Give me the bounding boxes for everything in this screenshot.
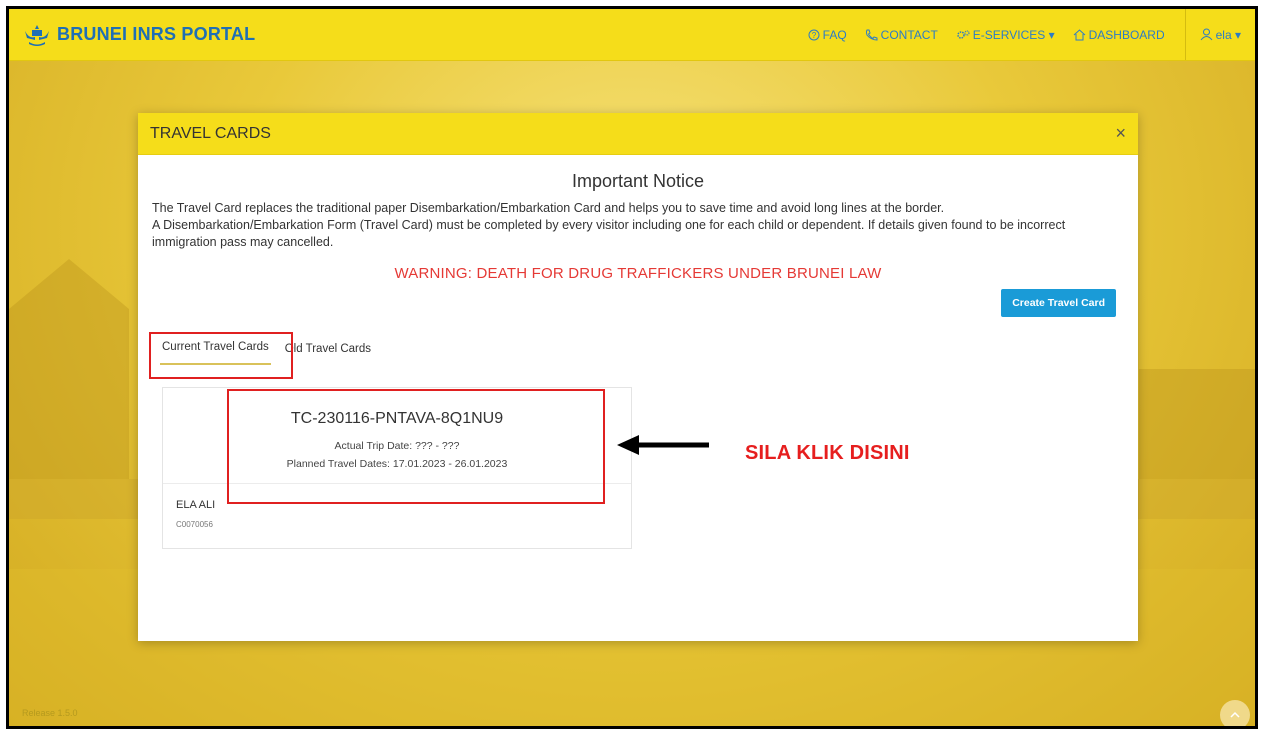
phone-icon [865, 29, 878, 41]
travel-cards-modal: TRAVEL CARDS × Important Notice The Trav… [138, 113, 1138, 641]
chevron-up-icon [1230, 711, 1240, 718]
close-icon[interactable]: × [1115, 123, 1126, 144]
scroll-to-top-button[interactable] [1220, 700, 1250, 726]
traveler-name: ELA ALI [176, 499, 216, 511]
modal-header: TRAVEL CARDS × [138, 113, 1138, 155]
nav-dashboard[interactable]: DASHBOARD [1073, 28, 1165, 42]
user-name: ela ▾ [1215, 27, 1241, 42]
modal-body: Important Notice The Travel Card replace… [138, 155, 1138, 294]
nav-faq[interactable]: ? FAQ [808, 28, 847, 42]
nav-divider [1184, 9, 1186, 60]
question-circle-icon: ? [808, 29, 820, 40]
drug-warning: WARNING: DEATH FOR DRUG TRAFFICKERS UNDE… [394, 265, 882, 282]
nav-eservices-label: E-SERVICES ▾ [972, 27, 1055, 42]
user-icon [1200, 28, 1213, 41]
screenshot-frame: BRUNEI INRS PORTAL ? FAQ CONTACT E-SERVI… [6, 6, 1258, 729]
planned-travel-dates: Planned Travel Dates: 17.01.2023 - 26.01… [286, 458, 508, 470]
create-travel-card-button[interactable]: Create Travel Card [1001, 289, 1116, 317]
click-here-annotation: SILA KLIK DISINI [745, 442, 910, 464]
notice-paragraph-2: A Disembarkation/Embarkation Form (Trave… [152, 218, 1066, 249]
nav-faq-label: FAQ [822, 27, 847, 42]
nav-contact[interactable]: CONTACT [865, 28, 938, 42]
notice-paragraph-1: The Travel Card replaces the traditional… [152, 201, 945, 215]
top-navbar: BRUNEI INRS PORTAL ? FAQ CONTACT E-SERVI… [9, 9, 1255, 61]
home-icon [1073, 28, 1085, 40]
modal-title: TRAVEL CARDS [150, 124, 271, 142]
travel-card-item[interactable]: TC-230116-PNTAVA-8Q1NU9 Actual Trip Date… [162, 387, 632, 549]
traveler-code: C0070056 [176, 520, 213, 529]
brand[interactable]: BRUNEI INRS PORTAL [23, 23, 255, 47]
user-menu[interactable]: ela ▾ [1200, 28, 1241, 42]
nav-dashboard-label: DASHBOARD [1088, 27, 1165, 42]
nav-contact-label: CONTACT [880, 27, 938, 42]
release-version: Release 1.5.0 [22, 708, 78, 718]
nav-menu: ? FAQ CONTACT E-SERVICES ▾ DASHBOARD ela… [808, 9, 1255, 60]
tab-old-travel-cards[interactable]: Old Travel Cards [283, 337, 373, 365]
tab-current-travel-cards[interactable]: Current Travel Cards [160, 335, 271, 365]
actual-trip-date: Actual Trip Date: ??? - ??? [334, 440, 460, 452]
travel-card-id: TC-230116-PNTAVA-8Q1NU9 [290, 410, 504, 427]
travel-card-tabs: Current Travel Cards Old Travel Cards [160, 335, 385, 365]
brunei-crest-icon [25, 24, 49, 46]
brand-title: BRUNEI INRS PORTAL [57, 24, 256, 44]
svg-text:?: ? [811, 31, 816, 40]
nav-eservices[interactable]: E-SERVICES ▾ [956, 28, 1055, 42]
card-divider [163, 483, 631, 484]
gears-icon [957, 29, 970, 39]
notice-title: Important Notice [571, 171, 705, 191]
arrow-left-icon [617, 435, 709, 455]
